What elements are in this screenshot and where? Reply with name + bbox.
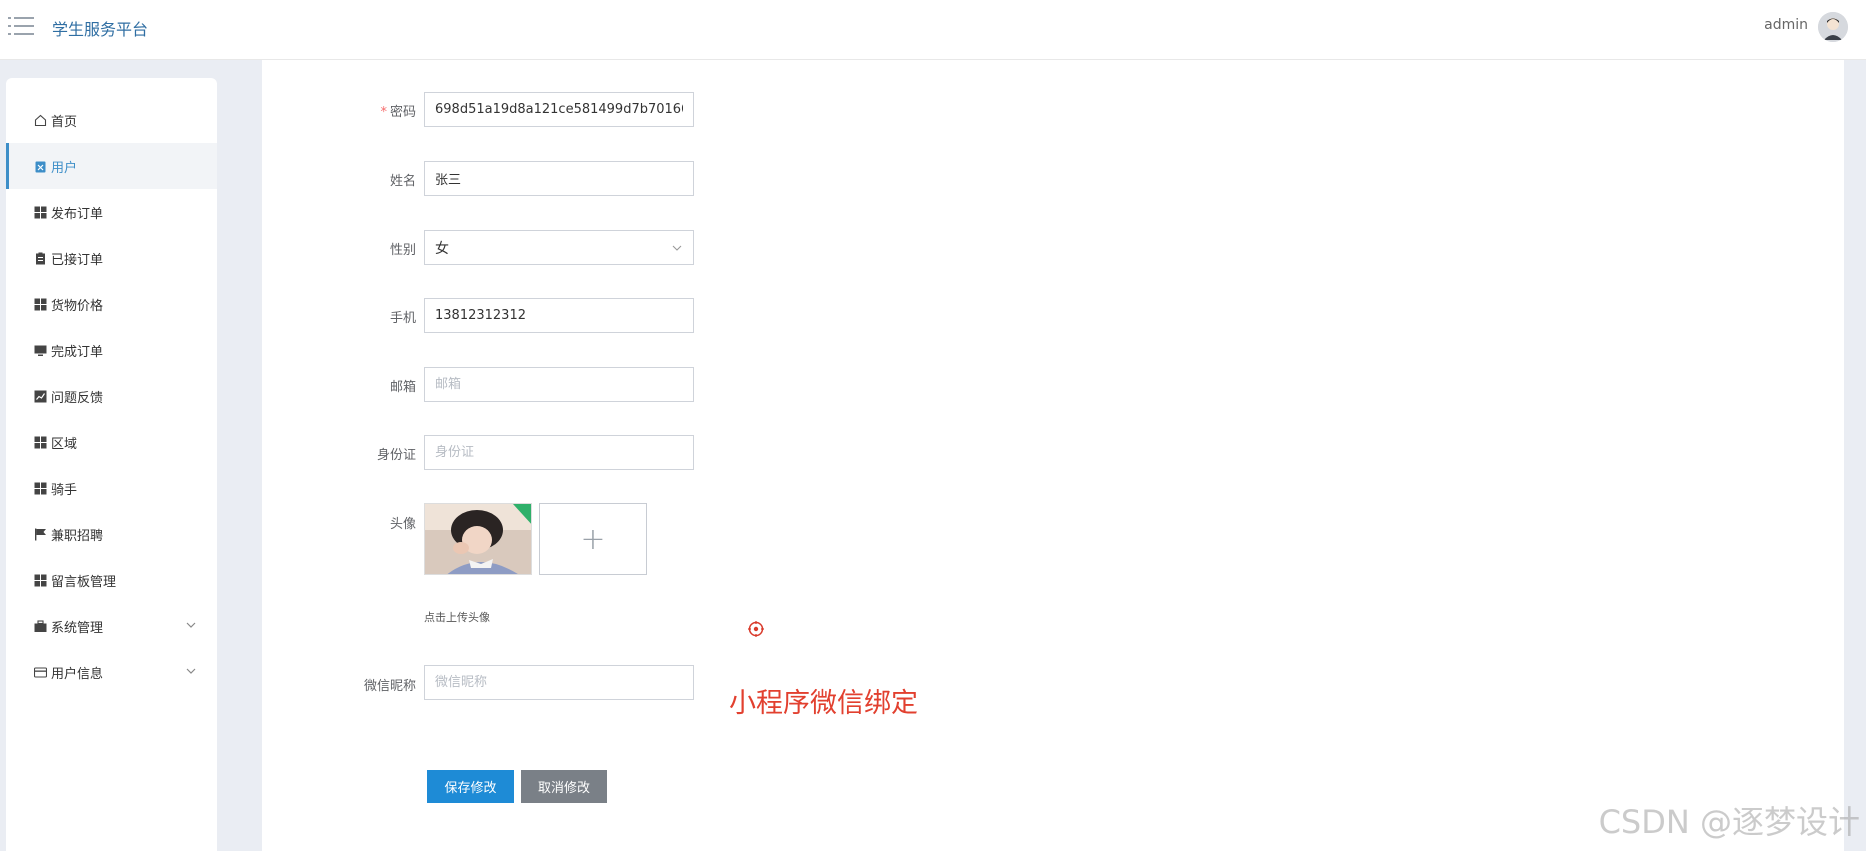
sidebar-item-rider[interactable]: 骑手 — [6, 465, 217, 511]
sidebar-nav: 首页 用户 发布订单 已接订单 货物价格 完成订单 问题反馈 区域 骑手 兼职招… — [6, 78, 217, 851]
user-avatar[interactable] — [1818, 12, 1848, 42]
cancel-button[interactable]: 取消修改 — [521, 770, 607, 803]
chart-icon — [33, 389, 47, 403]
annotation-text: 小程序微信绑定 — [729, 688, 918, 719]
grid-icon — [33, 205, 47, 219]
briefcase-icon — [33, 619, 47, 633]
avatar-label: 头像 — [389, 517, 416, 532]
email-label: 邮箱 — [389, 380, 416, 395]
gender-label: 性别 — [389, 243, 416, 258]
save-button[interactable]: 保存修改 — [427, 770, 514, 803]
sidebar-item-system-management[interactable]: 系统管理 — [6, 603, 217, 649]
id-card-label: 身份证 — [376, 448, 416, 463]
sidebar-item-label: 系统管理 — [51, 620, 104, 636]
chevron-down-icon[interactable] — [185, 619, 197, 631]
flag-icon — [33, 527, 47, 541]
plus-icon: + — [580, 521, 606, 557]
phone-label: 手机 — [389, 311, 416, 326]
sidebar-item-label: 用户信息 — [51, 666, 104, 682]
sidebar-item-part-time-jobs[interactable]: 兼职招聘 — [6, 511, 217, 557]
sidebar-item-label: 问题反馈 — [51, 390, 104, 406]
sidebar-item-home[interactable]: 首页 — [6, 97, 217, 143]
avatar-preview-image[interactable] — [424, 503, 532, 575]
chevron-down-icon — [672, 245, 682, 251]
user-icon — [33, 159, 47, 173]
sidebar-item-feedback[interactable]: 问题反馈 — [6, 373, 217, 419]
password-label: * 密码 — [380, 105, 416, 120]
sidebar-item-label: 区域 — [51, 436, 78, 452]
cursor-crosshair-icon — [748, 621, 764, 637]
avatar-upload-hint: 点击上传头像 — [424, 611, 490, 624]
grid-icon — [33, 481, 47, 495]
menu-toggle-icon[interactable] — [8, 15, 34, 37]
current-user-name[interactable]: admin — [1764, 17, 1808, 33]
sidebar-item-label: 用户 — [51, 160, 78, 176]
name-input[interactable] — [424, 161, 694, 196]
sidebar-item-region[interactable]: 区域 — [6, 419, 217, 465]
top-header: 学生服务平台 admin — [0, 0, 1866, 60]
sidebar-item-goods-price[interactable]: 货物价格 — [6, 281, 217, 327]
avatar-face-icon — [1818, 12, 1848, 42]
clipboard-icon — [33, 251, 47, 265]
email-input[interactable] — [424, 367, 694, 402]
sidebar-item-label: 留言板管理 — [51, 574, 117, 590]
sidebar-item-label: 已接订单 — [51, 252, 104, 268]
sidebar-item-completed-orders[interactable]: 完成订单 — [6, 327, 217, 373]
chevron-down-icon[interactable] — [185, 665, 197, 677]
sidebar-item-accepted-orders[interactable]: 已接订单 — [6, 235, 217, 281]
id-card-input[interactable] — [424, 435, 694, 470]
sidebar-item-label: 首页 — [51, 114, 78, 130]
home-icon — [33, 113, 47, 127]
sidebar-item-label: 发布订单 — [51, 206, 104, 222]
required-mark: * — [380, 105, 387, 120]
app-title: 学生服务平台 — [52, 20, 149, 39]
sidebar-item-label: 兼职招聘 — [51, 528, 104, 544]
grid-icon — [33, 297, 47, 311]
avatar-photo — [425, 504, 531, 574]
sidebar-item-publish-orders[interactable]: 发布订单 — [6, 189, 217, 235]
sidebar-item-label: 货物价格 — [51, 298, 104, 314]
sidebar-item-label: 骑手 — [51, 482, 78, 498]
gender-selected-value: 女 — [435, 240, 449, 257]
monitor-icon — [33, 343, 47, 357]
watermark-text: CSDN @逐梦设计 — [1598, 803, 1860, 841]
sidebar-item-user-info[interactable]: 用户信息 — [6, 649, 217, 695]
sidebar-item-user[interactable]: 用户 — [6, 143, 217, 189]
password-input[interactable] — [424, 92, 694, 127]
wechat-nickname-label: 微信昵称 — [363, 679, 416, 694]
sidebar-item-message-board[interactable]: 留言板管理 — [6, 557, 217, 603]
card-icon — [33, 665, 47, 679]
grid-icon — [33, 573, 47, 587]
wechat-nickname-input[interactable] — [424, 665, 694, 700]
phone-input[interactable] — [424, 298, 694, 333]
avatar-upload-button[interactable]: + — [539, 503, 647, 575]
name-label: 姓名 — [389, 174, 416, 189]
grid-icon — [33, 435, 47, 449]
sidebar-item-label: 完成订单 — [51, 344, 104, 360]
gender-select[interactable]: 女 — [424, 230, 694, 265]
